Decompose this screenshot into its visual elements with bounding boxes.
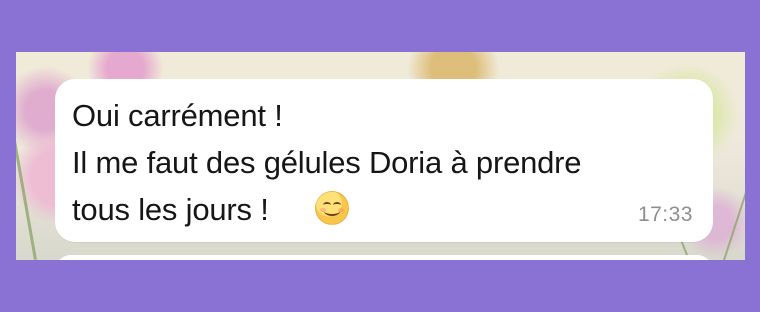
- emoji-smile: [324, 206, 340, 216]
- message-text: Oui carrément ! Il me faut des gélules D…: [72, 98, 582, 227]
- message-timestamp: 17:33: [637, 203, 693, 226]
- screenshot-frame: Oui carrément ! Il me faut des gélules D…: [0, 0, 760, 312]
- next-message-bubble-peek: [55, 255, 713, 260]
- flower-stem: [16, 141, 37, 260]
- chat-message-bubble[interactable]: Oui carrément ! Il me faut des gélules D…: [55, 79, 713, 242]
- chat-background: Oui carrément ! Il me faut des gélules D…: [16, 52, 745, 260]
- smiling-face-icon: [315, 191, 349, 225]
- flower-stem: [723, 164, 745, 260]
